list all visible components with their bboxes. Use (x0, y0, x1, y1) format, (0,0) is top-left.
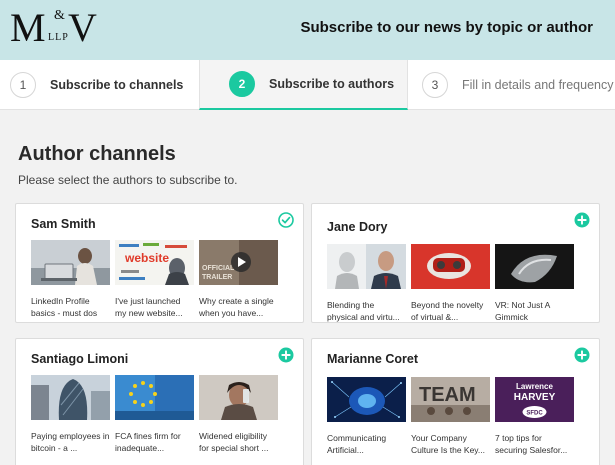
article-item[interactable]: Lawrence HARVEY SFDC 7 top tips for secu… (495, 377, 574, 456)
article-caption: VR: Not Just A Gimmick (495, 300, 550, 322)
article-caption: LinkedIn Profile basics - must dos (31, 296, 98, 318)
article-caption: Paying employees in bitcoin - a ... (31, 431, 110, 453)
article-item[interactable]: website I've just launched my new websit… (115, 240, 194, 319)
plus-circle-icon[interactable] (574, 212, 590, 228)
article-thumbnail-website-words: website (115, 240, 194, 285)
article-list: Communicating Artificial... TEAM Your Co… (327, 377, 574, 456)
article-item[interactable]: Widened eligibility for special short ..… (199, 375, 278, 454)
logo[interactable]: M & LLP V (10, 6, 105, 50)
logo-letter-m: M (10, 5, 46, 50)
step-number: 1 (10, 72, 36, 98)
article-list: Blending the physical and virtu... Beyon… (327, 244, 574, 323)
article-thumbnail-team: TEAM (411, 377, 490, 422)
article-caption: Why create a single when you have... (199, 296, 274, 318)
plus-circle-icon[interactable] (278, 347, 294, 363)
article-item[interactable]: FCA fines firm for inadequate... (115, 375, 194, 454)
logo-ampersand: & (54, 8, 65, 23)
step-label: Fill in details and frequency (462, 78, 614, 92)
thumbnail-word: OFFICIAL (202, 265, 235, 272)
logo-letter-v: V (68, 5, 97, 50)
article-item[interactable]: Beyond the novelty of virtual &... (411, 244, 490, 323)
author-name: Santiago Limoni (31, 352, 129, 366)
article-item[interactable]: Paying employees in bitcoin - a ... (31, 375, 110, 454)
thumbnail-word: TRAILER (202, 274, 232, 281)
step-label: Subscribe to authors (269, 77, 395, 91)
article-caption: 7 top tips for securing Salesfor... (495, 433, 568, 455)
article-item[interactable]: LinkedIn Profile basics - must dos (31, 240, 110, 319)
step-subscribe-to-channels[interactable]: 1 Subscribe to channels (10, 60, 183, 110)
step-number: 3 (422, 72, 448, 98)
article-item[interactable]: OFFICIAL TRAILER Why create a single whe… (199, 240, 278, 319)
article-item[interactable]: Communicating Artificial... (327, 377, 406, 456)
article-caption: Beyond the novelty of virtual &... (411, 300, 484, 322)
site-header: M & LLP V Subscribe to our news by topic… (0, 0, 615, 60)
plus-circle-icon[interactable] (574, 347, 590, 363)
article-caption: I've just launched my new website... (115, 296, 183, 318)
step-label: Subscribe to channels (50, 78, 184, 92)
author-card-sam-smith: Sam Smith LinkedIn Profile basics - must… (15, 203, 304, 323)
author-name: Sam Smith (31, 217, 96, 231)
step-fill-in-details[interactable]: 3 Fill in details and frequency (422, 60, 613, 110)
article-caption: Blending the physical and virtu... (327, 300, 400, 322)
thumbnail-word: HARVEY (514, 392, 556, 403)
article-thumbnail-eu-flag (115, 375, 194, 420)
article-thumbnail-vr-gimmick (495, 244, 574, 289)
article-thumbnail-gherkin-building (31, 375, 110, 420)
article-thumbnail-robot-and-man (327, 244, 406, 289)
thumbnail-word: Lawrence (516, 382, 553, 391)
article-item[interactable]: Blending the physical and virtu... (327, 244, 406, 323)
article-thumbnail-official-trailer: OFFICIAL TRAILER (199, 240, 278, 285)
step-subscribe-to-authors[interactable]: 2 Subscribe to authors (199, 60, 408, 110)
author-card-santiago-limoni: Santiago Limoni Paying employees in bitc… (15, 338, 304, 465)
article-caption: FCA fines firm for inadequate... (115, 431, 181, 453)
article-item[interactable]: VR: Not Just A Gimmick (495, 244, 574, 323)
article-caption: Communicating Artificial... (327, 433, 387, 455)
step-number: 2 (229, 71, 255, 97)
check-circle-icon[interactable] (278, 212, 294, 228)
thumbnail-word: TEAM (419, 384, 476, 406)
article-item[interactable]: TEAM Your Company Culture Is the Key... (411, 377, 490, 456)
article-list: LinkedIn Profile basics - must dos websi… (31, 240, 278, 319)
author-name: Marianne Coret (327, 352, 418, 366)
article-thumbnail-woman-drinking (199, 375, 278, 420)
article-thumbnail-vr-headset (411, 244, 490, 289)
step-progress-bar: 1 Subscribe to channels 2 Subscribe to a… (0, 60, 615, 110)
article-list: Paying employees in bitcoin - a ... FCA … (31, 375, 278, 454)
author-card-marianne-coret: Marianne Coret Communicating Artificial.… (311, 338, 600, 465)
thumbnail-word: SFDC (526, 411, 543, 417)
article-thumbnail-lawrence-harvey: Lawrence HARVEY SFDC (495, 377, 574, 422)
article-caption: Widened eligibility for special short ..… (199, 431, 269, 453)
article-caption: Your Company Culture Is the Key... (411, 433, 486, 455)
article-thumbnail-ai-network (327, 377, 406, 422)
header-title: Subscribe to our news by topic or author (300, 19, 593, 36)
page-title: Author channels (18, 143, 176, 165)
article-thumbnail-laptop-woman (31, 240, 110, 285)
thumbnail-word: website (124, 251, 169, 265)
author-name: Jane Dory (327, 220, 388, 234)
author-card-jane-dory: Jane Dory Blending the physical and virt… (311, 203, 600, 323)
page-subtitle: Please select the authors to subscribe t… (18, 173, 238, 187)
logo-llp: LLP (48, 32, 69, 43)
